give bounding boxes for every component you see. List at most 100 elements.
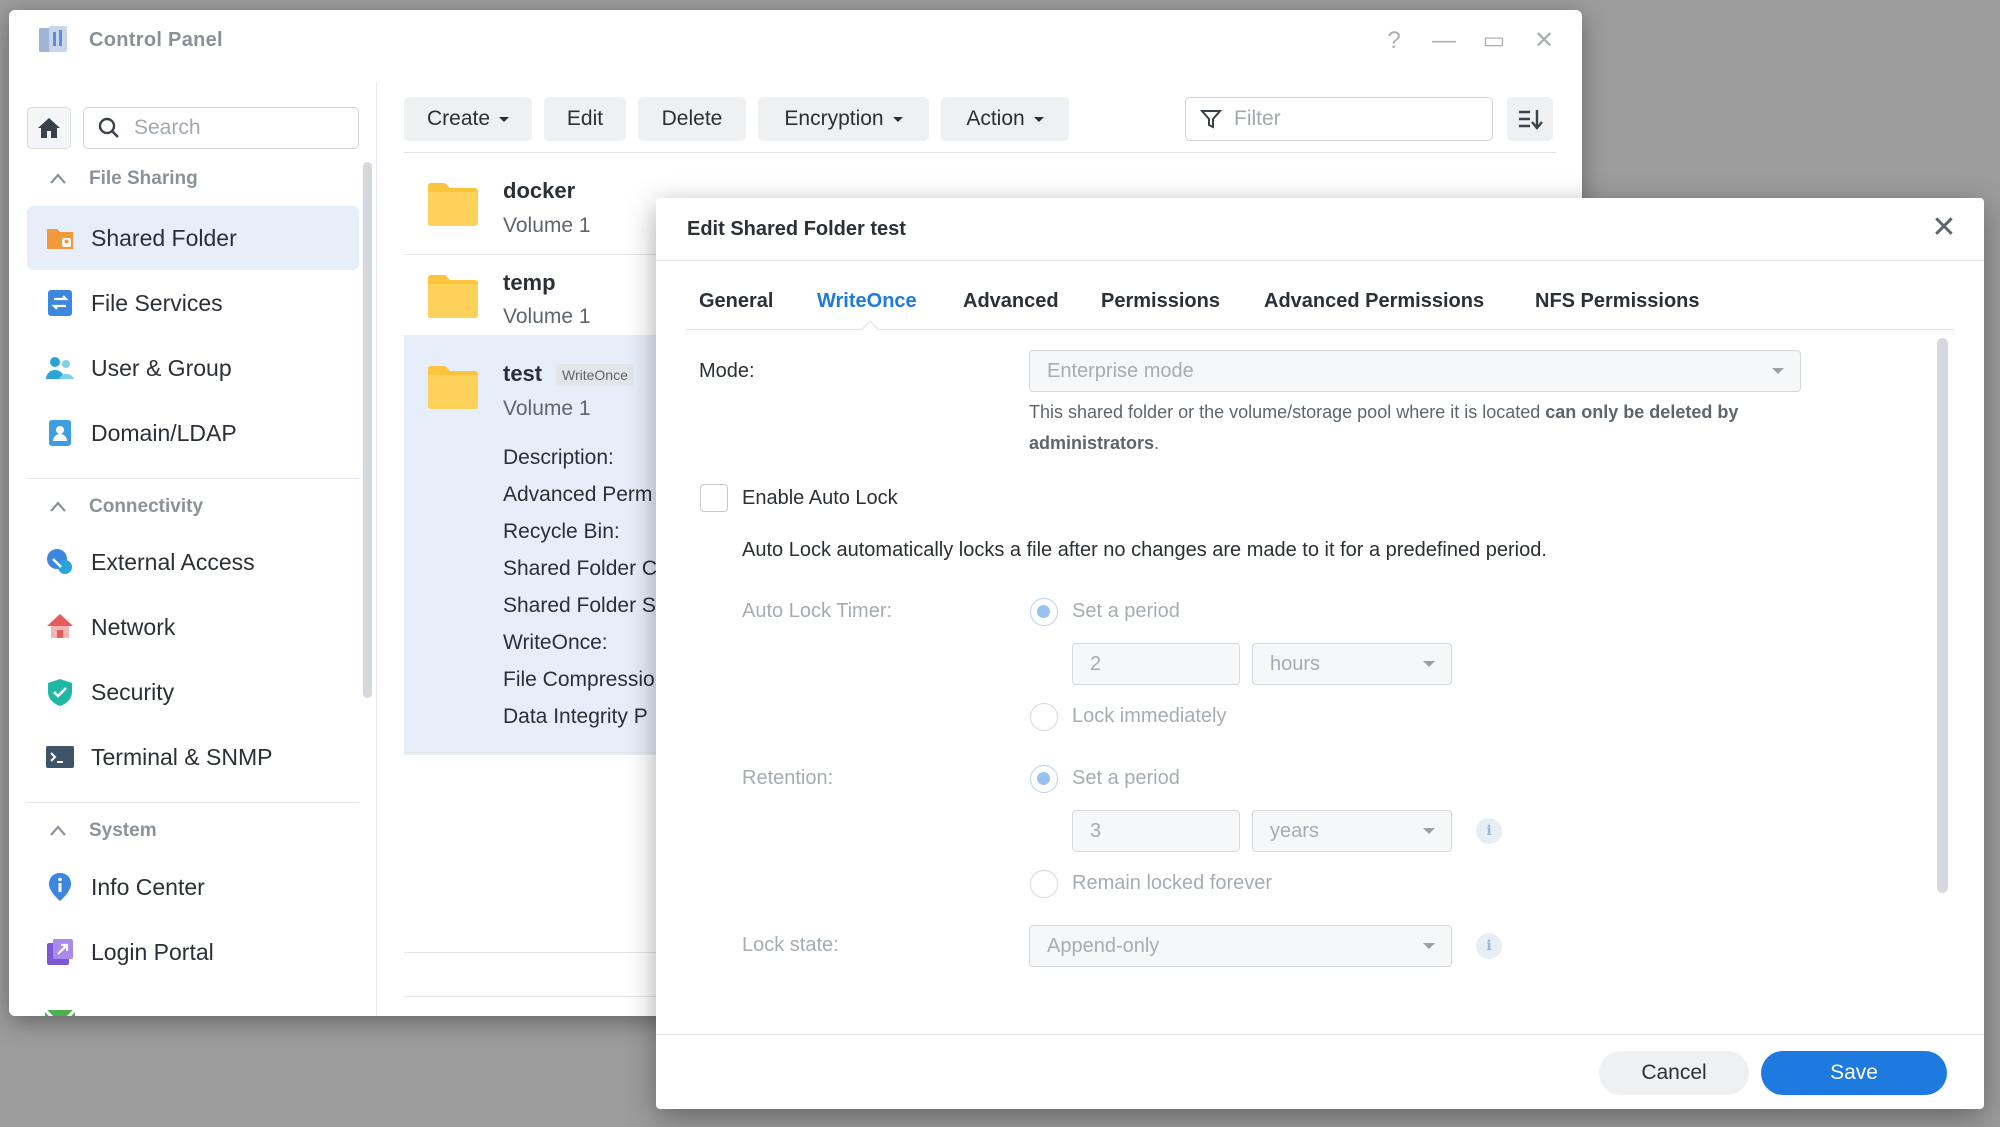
home-icon <box>38 118 60 138</box>
retention-unit-value: years <box>1270 819 1319 842</box>
title-bar: Control Panel ? — ▭ ✕ <box>9 10 1582 72</box>
lock-immediately-radio[interactable] <box>1030 703 1058 731</box>
folder-name: docker <box>503 178 576 203</box>
sidebar-item-label: Domain/LDAP <box>91 419 237 446</box>
retention-value-input[interactable]: 3 <box>1072 810 1240 852</box>
search-box[interactable] <box>83 107 359 149</box>
edit-shared-folder-dialog: Edit Shared Folder test ✕ General WriteO… <box>656 198 1984 1109</box>
section-file-sharing[interactable]: File Sharing <box>49 168 198 190</box>
shared-folder-icon <box>47 229 73 249</box>
retention-set-period-radio[interactable] <box>1030 765 1058 793</box>
tab-advanced-permissions[interactable]: Advanced Permissions <box>1264 290 1484 313</box>
toolbar-divider <box>404 152 1556 153</box>
detail-label: Description: <box>503 446 614 469</box>
sidebar-item-security[interactable]: Security <box>27 660 359 724</box>
search-icon <box>98 117 119 138</box>
detail-label: Advanced Perm <box>503 483 653 506</box>
sidebar-item-user-group[interactable]: User & Group <box>27 336 359 400</box>
sidebar-scrollbar[interactable] <box>363 162 372 698</box>
section-label: Connectivity <box>89 496 204 517</box>
mode-help-text: This shared folder or the volume/storage… <box>1029 397 1809 459</box>
folder-name: temp <box>503 270 556 295</box>
sidebar-item-network[interactable]: Network <box>27 595 359 659</box>
partial-sidebar-icon <box>45 1010 75 1016</box>
folder-icon <box>428 275 478 318</box>
sidebar-item-terminal-snmp[interactable]: Terminal & SNMP <box>27 725 359 789</box>
enable-auto-lock-checkbox[interactable] <box>700 484 728 512</box>
mode-label: Mode: <box>699 360 755 382</box>
enable-auto-lock-label[interactable]: Enable Auto Lock <box>742 487 898 510</box>
home-button[interactable] <box>27 107 71 149</box>
timer-set-period-radio[interactable] <box>1030 598 1058 626</box>
remain-locked-forever-label[interactable]: Remain locked forever <box>1072 872 1272 895</box>
sidebar-item-info-center[interactable]: Info Center <box>27 855 359 919</box>
section-label: File Sharing <box>89 168 198 189</box>
remain-locked-forever-radio[interactable] <box>1030 870 1058 898</box>
info-center-icon <box>49 873 71 901</box>
sort-icon <box>1519 110 1543 130</box>
close-dialog-button[interactable]: ✕ <box>1928 212 1960 244</box>
tab-nfs-permissions[interactable]: NFS Permissions <box>1535 290 1700 313</box>
maximize-button[interactable]: ▭ <box>1479 26 1509 56</box>
mode-help-prefix: This shared folder or the volume/storage… <box>1029 402 1546 422</box>
tab-advanced[interactable]: Advanced <box>963 290 1059 313</box>
sidebar-item-label: Security <box>91 678 175 705</box>
mode-value: Enterprise mode <box>1047 359 1194 382</box>
timer-set-period-label[interactable]: Set a period <box>1072 600 1180 623</box>
shield-icon <box>48 679 72 706</box>
folder-volume: Volume 1 <box>503 397 591 420</box>
edit-button[interactable]: Edit <box>544 97 626 141</box>
timer-unit-select[interactable]: hours <box>1252 643 1452 685</box>
auto-lock-timer-label: Auto Lock Timer: <box>742 600 893 622</box>
close-window-button[interactable]: ✕ <box>1529 26 1559 56</box>
chevron-down-icon <box>1423 943 1435 949</box>
filter-icon <box>1200 110 1222 129</box>
lock-immediately-label[interactable]: Lock immediately <box>1072 705 1227 728</box>
retention-info-icon[interactable]: i <box>1476 818 1502 844</box>
sidebar-item-login-portal[interactable]: Login Portal <box>27 920 359 984</box>
sidebar-item-file-services[interactable]: File Services <box>27 271 359 335</box>
control-panel-app-icon <box>39 26 67 52</box>
dialog-scrollbar[interactable] <box>1937 338 1948 893</box>
filter-box[interactable] <box>1185 97 1493 141</box>
tab-permissions[interactable]: Permissions <box>1101 290 1220 313</box>
help-button[interactable]: ? <box>1379 26 1409 56</box>
sidebar-item-label: Network <box>91 613 176 640</box>
sidebar-item-label: File Services <box>91 289 223 316</box>
save-button[interactable]: Save <box>1761 1051 1947 1095</box>
filter-input[interactable] <box>1232 106 1472 132</box>
minimize-button[interactable]: — <box>1429 26 1459 56</box>
cancel-button[interactable]: Cancel <box>1599 1051 1749 1095</box>
section-label: System <box>89 820 157 841</box>
tab-writeonce[interactable]: WriteOnce <box>817 290 917 313</box>
dialog-title: Edit Shared Folder test <box>687 218 906 240</box>
retention-set-period-label[interactable]: Set a period <box>1072 767 1180 790</box>
mode-select[interactable]: Enterprise mode <box>1029 350 1801 392</box>
sidebar-divider <box>27 478 359 479</box>
section-connectivity[interactable]: Connectivity <box>49 496 203 518</box>
search-input[interactable] <box>132 115 332 141</box>
sidebar-item-domain-ldap[interactable]: Domain/LDAP <box>27 401 359 465</box>
timer-value-input[interactable]: 2 <box>1072 643 1240 685</box>
window-title: Control Panel <box>89 29 223 51</box>
sort-button[interactable] <box>1507 97 1553 141</box>
chevron-down-icon <box>1423 828 1435 834</box>
tab-general[interactable]: General <box>699 290 773 313</box>
external-access-icon <box>47 549 72 574</box>
sidebar-item-shared-folder[interactable]: Shared Folder <box>27 206 359 270</box>
chevron-up-icon <box>50 501 66 512</box>
dialog-header-divider <box>656 260 1984 261</box>
create-button[interactable]: Create <box>404 97 532 141</box>
lock-state-info-icon[interactable]: i <box>1476 933 1502 959</box>
retention-unit-select[interactable]: years <box>1252 810 1452 852</box>
folder-icon <box>428 366 478 409</box>
section-system[interactable]: System <box>49 820 157 842</box>
detail-label: Recycle Bin: <box>503 520 620 543</box>
sidebar-item-external-access[interactable]: External Access <box>27 530 359 594</box>
active-tab-indicator <box>861 320 879 338</box>
delete-button[interactable]: Delete <box>638 97 746 141</box>
encryption-button[interactable]: Encryption <box>758 97 929 141</box>
dialog-footer-divider <box>656 1034 1984 1035</box>
action-button[interactable]: Action <box>941 97 1069 141</box>
lock-state-select[interactable]: Append-only <box>1029 925 1452 967</box>
